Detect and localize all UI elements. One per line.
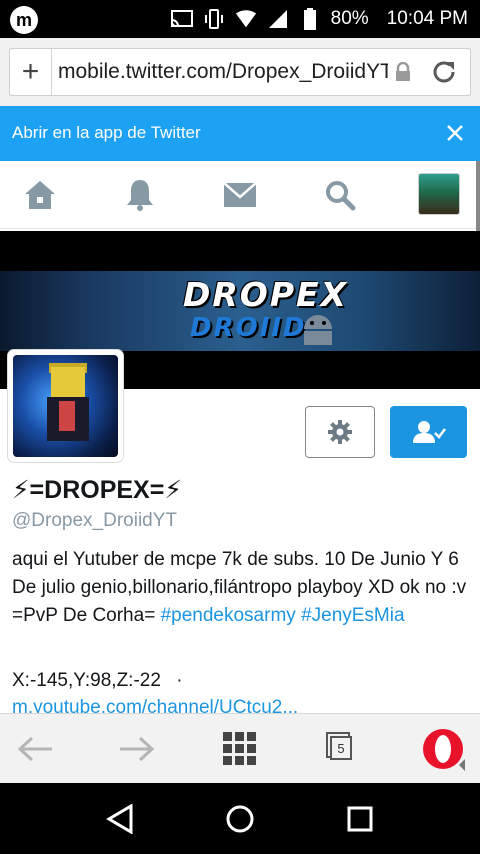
forward-arrow-icon[interactable] (112, 724, 162, 774)
open-in-app-text[interactable]: Abrir en la app de Twitter (12, 123, 201, 143)
profile-handle: @Dropex_DroiidYT (12, 510, 178, 531)
status-bar: m 80% 10:04 PM (0, 0, 480, 38)
header-logo-top: DROPEX (183, 275, 349, 314)
messages-envelope-icon[interactable] (220, 175, 260, 215)
tabs-icon[interactable]: 5 (318, 724, 368, 774)
profile-location: X:-145,Y:98,Z:-22 · (12, 670, 472, 692)
header-banner-art: DROPEX DROIID (0, 271, 480, 351)
avatar-shirt (59, 401, 75, 431)
open-in-app-banner[interactable]: Abrir en la app de Twitter (0, 106, 480, 161)
android-robot-icon (304, 315, 332, 345)
twitter-nav-bar (0, 161, 480, 229)
reload-icon[interactable] (418, 49, 470, 95)
bio-hashtag-link[interactable]: #JenyEsMia (301, 605, 405, 626)
search-icon[interactable] (320, 175, 360, 215)
status-icons: 80% 10:04 PM (170, 0, 468, 38)
home-icon[interactable] (20, 175, 60, 215)
notifications-bell-icon[interactable] (120, 175, 160, 215)
screen: m 80% 10:04 PM + mobile.twitter.com/Drop… (0, 0, 480, 854)
home-circle-icon[interactable] (222, 801, 258, 837)
meta-separator: · (176, 670, 183, 691)
following-button[interactable] (390, 406, 467, 458)
address-bar[interactable]: + mobile.twitter.com/Dropex_DroiidYT (9, 48, 471, 96)
browser-bottom-toolbar: 5 (0, 713, 480, 783)
vibrate-icon (203, 8, 225, 30)
header-logo-bottom: DROIID (190, 313, 307, 343)
profile-avatar-image (13, 355, 118, 457)
back-triangle-icon[interactable] (102, 801, 138, 837)
location-text: X:-145,Y:98,Z:-22 (12, 670, 161, 691)
speed-dial-grid-icon[interactable] (215, 724, 265, 774)
tab-count: 5 (330, 736, 352, 760)
wifi-icon (235, 8, 257, 30)
signal-icon (267, 8, 289, 30)
battery-percent: 80% (330, 8, 369, 29)
url-field[interactable]: mobile.twitter.com/Dropex_DroiidYT (52, 60, 388, 84)
gear-icon (328, 420, 352, 444)
close-icon[interactable] (444, 122, 466, 144)
profile-avatar[interactable] (8, 350, 123, 462)
avatar-head (51, 367, 85, 397)
battery-icon (299, 8, 321, 30)
profile-bio: aqui el Yutuber de mcpe 7k de subs. 10 D… (12, 546, 472, 630)
settings-button[interactable] (305, 406, 375, 458)
android-navigation-bar (0, 783, 480, 854)
address-bar-area: + mobile.twitter.com/Dropex_DroiidYT (0, 38, 480, 106)
lock-icon[interactable] (388, 62, 418, 82)
bio-hashtag-link[interactable]: #pendekosarmy (161, 605, 296, 626)
clock: 10:04 PM (386, 8, 468, 29)
back-arrow-icon[interactable] (10, 724, 60, 774)
new-tab-plus-icon[interactable]: + (10, 49, 52, 95)
cast-icon (170, 8, 193, 30)
account-avatar[interactable] (418, 173, 460, 215)
opera-menu-icon[interactable] (418, 724, 468, 774)
person-check-icon (412, 421, 446, 443)
notification-app-icon: m (10, 6, 38, 34)
profile-display-name: ⚡=DROPEX=⚡ (12, 476, 182, 504)
recents-square-icon[interactable] (342, 801, 378, 837)
